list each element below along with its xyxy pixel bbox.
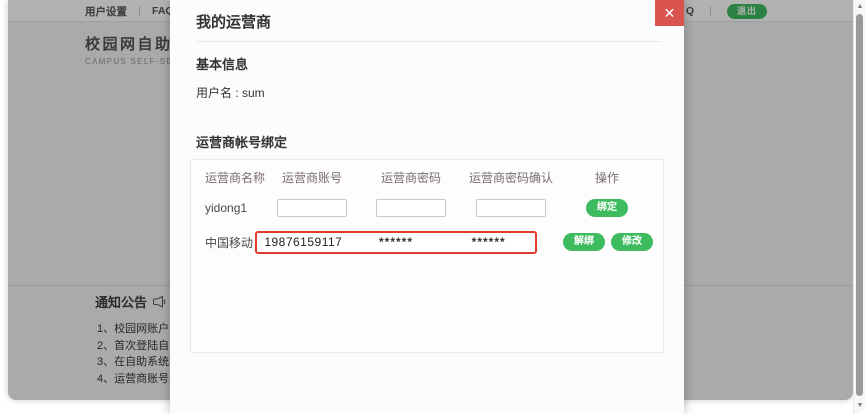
table-row: yidong1 绑定	[191, 192, 663, 224]
notice-item: 4、运营商账号	[97, 371, 169, 388]
scroll-down-icon[interactable]: ▼	[854, 400, 865, 412]
col-header-carrier-password: 运营商密码	[363, 169, 459, 186]
highlighted-bound-account: 19876159117 ****** ******	[255, 231, 537, 254]
modal-title: 我的运营商	[170, 0, 684, 41]
notice-item: 3、在自助系统	[97, 354, 169, 371]
nav-item-user-settings[interactable]: 用户设置	[85, 4, 127, 19]
col-header-carrier-account: 运营商账号	[261, 169, 363, 186]
notice-item: 2、首次登陆自	[97, 338, 169, 355]
account-input[interactable]	[277, 199, 347, 217]
notice-heading-label: 通知公告	[95, 292, 147, 311]
notice-item: 1、校园网账户	[97, 321, 169, 338]
nav-divider	[139, 6, 140, 16]
screen: 用户设置 FAQ Q 退出 校园网自助服务 CAMPUS SELF-SERVIC…	[0, 0, 865, 414]
notice-list: 1、校园网账户 2、首次登陆自 3、在自助系统 4、运营商账号	[97, 321, 169, 387]
scroll-up-icon[interactable]: ▲	[854, 1, 865, 13]
table-row: 中国移动 19876159117 ****** ****** 解绑 修改	[191, 224, 663, 260]
carrier-name-cell: yidong1	[203, 201, 261, 215]
col-header-password-confirm: 运营商密码确认	[459, 169, 563, 186]
col-header-carrier-name: 运营商名称	[203, 169, 261, 186]
nav-item-partial[interactable]: Q	[686, 5, 694, 17]
modify-button[interactable]: 修改	[611, 233, 653, 251]
username-value: 用户名 : sum	[196, 84, 658, 101]
password-confirm-input[interactable]	[476, 199, 546, 217]
my-carrier-modal: ✕ 我的运营商 基本信息 用户名 : sum 运营商帐号绑定 运营商名称 运营商…	[170, 0, 684, 414]
bound-password-confirm-masked: ******	[442, 235, 535, 249]
basic-info-heading: 基本信息	[196, 54, 658, 73]
vertical-scrollbar[interactable]: ▲ ▼	[853, 0, 865, 414]
carrier-name-cell: 中国移动	[203, 234, 261, 251]
topbar-left-group: 用户设置 FAQ	[85, 0, 174, 22]
topbar-right-group: Q 退出	[686, 0, 767, 22]
binding-table: 运营商名称 运营商账号 运营商密码 运营商密码确认 操作 yidong1 绑定	[190, 159, 664, 353]
col-header-actions: 操作	[563, 169, 651, 186]
unbind-button[interactable]: 解绑	[563, 233, 605, 251]
close-icon[interactable]: ✕	[655, 0, 684, 26]
logout-button[interactable]: 退出	[727, 4, 767, 19]
notice-heading: 通知公告	[95, 292, 166, 311]
bound-account-value: 19876159117	[257, 235, 350, 249]
nav-divider	[710, 6, 711, 16]
bound-password-masked: ******	[350, 235, 443, 249]
scrollbar-thumb[interactable]	[856, 14, 863, 396]
bind-button[interactable]: 绑定	[586, 199, 628, 217]
modal-title-divider	[196, 41, 662, 42]
password-input[interactable]	[376, 199, 446, 217]
table-header-row: 运营商名称 运营商账号 运营商密码 运营商密码确认 操作	[191, 162, 663, 192]
megaphone-icon	[153, 296, 166, 308]
binding-section-heading: 运营商帐号绑定	[196, 132, 658, 151]
